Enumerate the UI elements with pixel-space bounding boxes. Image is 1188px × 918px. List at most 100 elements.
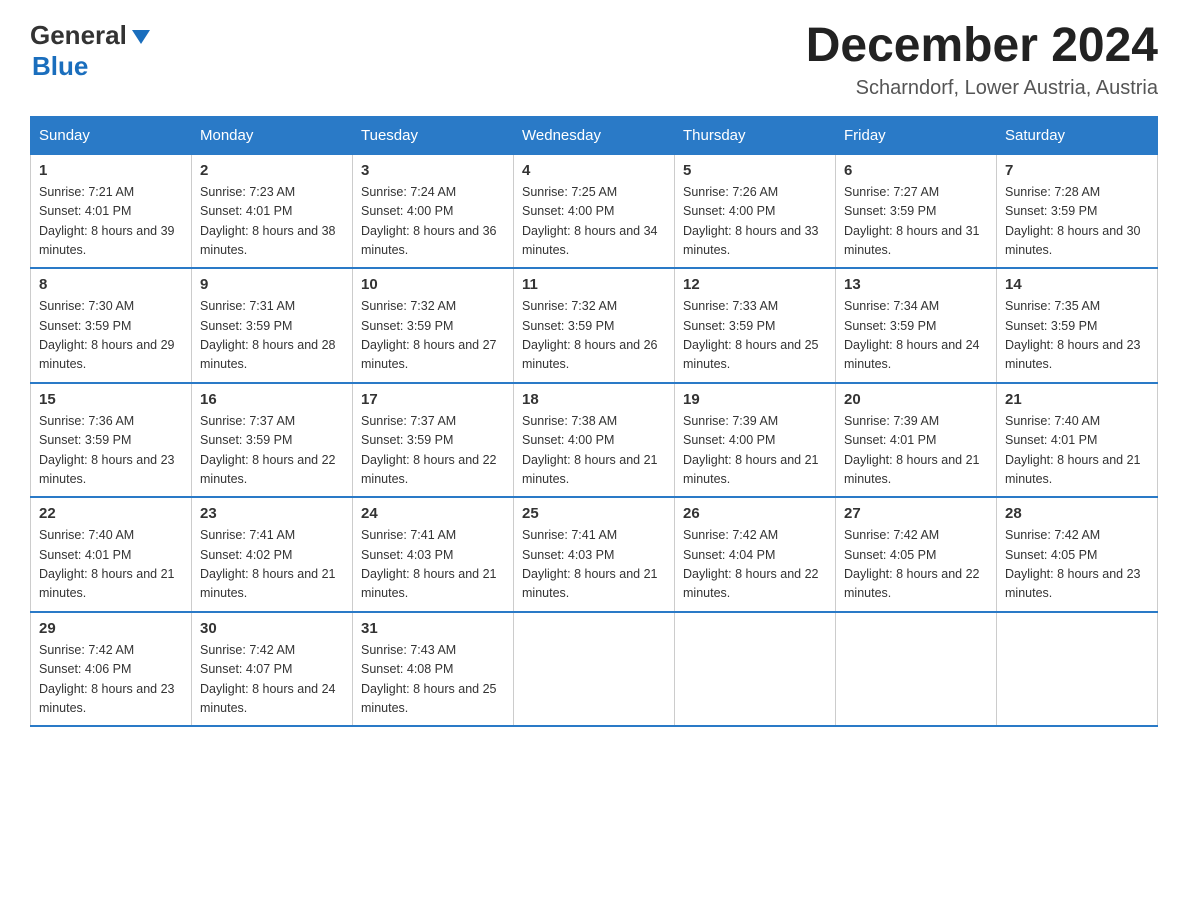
day-info: Sunrise: 7:40 AMSunset: 4:01 PMDaylight:… <box>1005 414 1141 486</box>
calendar-cell: 11 Sunrise: 7:32 AMSunset: 3:59 PMDaylig… <box>514 268 675 383</box>
day-info: Sunrise: 7:28 AMSunset: 3:59 PMDaylight:… <box>1005 185 1141 257</box>
location-subtitle: Scharndorf, Lower Austria, Austria <box>806 77 1158 100</box>
day-info: Sunrise: 7:34 AMSunset: 3:59 PMDaylight:… <box>844 299 980 371</box>
weekday-header-friday: Friday <box>836 116 997 154</box>
day-info: Sunrise: 7:39 AMSunset: 4:00 PMDaylight:… <box>683 414 819 486</box>
weekday-header-monday: Monday <box>192 116 353 154</box>
day-info: Sunrise: 7:25 AMSunset: 4:00 PMDaylight:… <box>522 185 658 257</box>
day-info: Sunrise: 7:41 AMSunset: 4:03 PMDaylight:… <box>522 528 658 600</box>
calendar-cell: 7 Sunrise: 7:28 AMSunset: 3:59 PMDayligh… <box>997 154 1158 268</box>
day-number: 20 <box>844 391 988 408</box>
day-number: 18 <box>522 391 666 408</box>
calendar-cell <box>836 612 997 727</box>
calendar-week-row: 22 Sunrise: 7:40 AMSunset: 4:01 PMDaylig… <box>31 497 1158 612</box>
logo-general: General <box>30 20 127 51</box>
day-number: 5 <box>683 162 827 179</box>
calendar-cell: 21 Sunrise: 7:40 AMSunset: 4:01 PMDaylig… <box>997 383 1158 498</box>
day-number: 30 <box>200 620 344 637</box>
calendar-week-row: 29 Sunrise: 7:42 AMSunset: 4:06 PMDaylig… <box>31 612 1158 727</box>
calendar-cell: 17 Sunrise: 7:37 AMSunset: 3:59 PMDaylig… <box>353 383 514 498</box>
calendar-week-row: 1 Sunrise: 7:21 AMSunset: 4:01 PMDayligh… <box>31 154 1158 268</box>
day-number: 12 <box>683 276 827 293</box>
weekday-header-wednesday: Wednesday <box>514 116 675 154</box>
calendar-cell: 9 Sunrise: 7:31 AMSunset: 3:59 PMDayligh… <box>192 268 353 383</box>
day-number: 9 <box>200 276 344 293</box>
calendar-cell: 6 Sunrise: 7:27 AMSunset: 3:59 PMDayligh… <box>836 154 997 268</box>
weekday-header-sunday: Sunday <box>31 116 192 154</box>
logo: General Blue <box>30 20 152 82</box>
day-number: 19 <box>683 391 827 408</box>
weekday-header-thursday: Thursday <box>675 116 836 154</box>
day-info: Sunrise: 7:27 AMSunset: 3:59 PMDaylight:… <box>844 185 980 257</box>
day-info: Sunrise: 7:24 AMSunset: 4:00 PMDaylight:… <box>361 185 497 257</box>
day-info: Sunrise: 7:41 AMSunset: 4:03 PMDaylight:… <box>361 528 497 600</box>
logo-blue: Blue <box>32 51 88 82</box>
day-number: 7 <box>1005 162 1149 179</box>
day-number: 31 <box>361 620 505 637</box>
calendar-cell: 28 Sunrise: 7:42 AMSunset: 4:05 PMDaylig… <box>997 497 1158 612</box>
calendar-cell: 18 Sunrise: 7:38 AMSunset: 4:00 PMDaylig… <box>514 383 675 498</box>
calendar-cell: 4 Sunrise: 7:25 AMSunset: 4:00 PMDayligh… <box>514 154 675 268</box>
day-number: 6 <box>844 162 988 179</box>
day-info: Sunrise: 7:40 AMSunset: 4:01 PMDaylight:… <box>39 528 175 600</box>
calendar-table: SundayMondayTuesdayWednesdayThursdayFrid… <box>30 116 1158 728</box>
day-number: 23 <box>200 505 344 522</box>
day-number: 3 <box>361 162 505 179</box>
day-number: 1 <box>39 162 183 179</box>
day-number: 24 <box>361 505 505 522</box>
day-info: Sunrise: 7:42 AMSunset: 4:06 PMDaylight:… <box>39 643 175 715</box>
calendar-cell: 19 Sunrise: 7:39 AMSunset: 4:00 PMDaylig… <box>675 383 836 498</box>
day-number: 27 <box>844 505 988 522</box>
calendar-cell: 27 Sunrise: 7:42 AMSunset: 4:05 PMDaylig… <box>836 497 997 612</box>
calendar-cell: 20 Sunrise: 7:39 AMSunset: 4:01 PMDaylig… <box>836 383 997 498</box>
day-info: Sunrise: 7:42 AMSunset: 4:04 PMDaylight:… <box>683 528 819 600</box>
day-number: 22 <box>39 505 183 522</box>
day-number: 15 <box>39 391 183 408</box>
day-info: Sunrise: 7:42 AMSunset: 4:05 PMDaylight:… <box>844 528 980 600</box>
day-number: 10 <box>361 276 505 293</box>
calendar-cell: 2 Sunrise: 7:23 AMSunset: 4:01 PMDayligh… <box>192 154 353 268</box>
calendar-cell: 8 Sunrise: 7:30 AMSunset: 3:59 PMDayligh… <box>31 268 192 383</box>
calendar-week-row: 15 Sunrise: 7:36 AMSunset: 3:59 PMDaylig… <box>31 383 1158 498</box>
day-info: Sunrise: 7:37 AMSunset: 3:59 PMDaylight:… <box>361 414 497 486</box>
day-number: 21 <box>1005 391 1149 408</box>
calendar-cell <box>514 612 675 727</box>
day-info: Sunrise: 7:32 AMSunset: 3:59 PMDaylight:… <box>361 299 497 371</box>
calendar-cell: 1 Sunrise: 7:21 AMSunset: 4:01 PMDayligh… <box>31 154 192 268</box>
day-info: Sunrise: 7:21 AMSunset: 4:01 PMDaylight:… <box>39 185 175 257</box>
day-info: Sunrise: 7:30 AMSunset: 3:59 PMDaylight:… <box>39 299 175 371</box>
calendar-week-row: 8 Sunrise: 7:30 AMSunset: 3:59 PMDayligh… <box>31 268 1158 383</box>
page-header: General Blue December 2024 Scharndorf, L… <box>30 20 1158 100</box>
day-number: 17 <box>361 391 505 408</box>
day-number: 4 <box>522 162 666 179</box>
day-info: Sunrise: 7:33 AMSunset: 3:59 PMDaylight:… <box>683 299 819 371</box>
calendar-cell <box>675 612 836 727</box>
calendar-cell: 14 Sunrise: 7:35 AMSunset: 3:59 PMDaylig… <box>997 268 1158 383</box>
day-info: Sunrise: 7:43 AMSunset: 4:08 PMDaylight:… <box>361 643 497 715</box>
day-number: 25 <box>522 505 666 522</box>
day-info: Sunrise: 7:42 AMSunset: 4:07 PMDaylight:… <box>200 643 336 715</box>
day-number: 29 <box>39 620 183 637</box>
calendar-cell: 31 Sunrise: 7:43 AMSunset: 4:08 PMDaylig… <box>353 612 514 727</box>
calendar-cell: 12 Sunrise: 7:33 AMSunset: 3:59 PMDaylig… <box>675 268 836 383</box>
day-info: Sunrise: 7:31 AMSunset: 3:59 PMDaylight:… <box>200 299 336 371</box>
day-info: Sunrise: 7:37 AMSunset: 3:59 PMDaylight:… <box>200 414 336 486</box>
day-number: 8 <box>39 276 183 293</box>
day-info: Sunrise: 7:38 AMSunset: 4:00 PMDaylight:… <box>522 414 658 486</box>
day-info: Sunrise: 7:26 AMSunset: 4:00 PMDaylight:… <box>683 185 819 257</box>
calendar-cell: 30 Sunrise: 7:42 AMSunset: 4:07 PMDaylig… <box>192 612 353 727</box>
title-block: December 2024 Scharndorf, Lower Austria,… <box>806 20 1158 100</box>
calendar-cell: 29 Sunrise: 7:42 AMSunset: 4:06 PMDaylig… <box>31 612 192 727</box>
day-info: Sunrise: 7:32 AMSunset: 3:59 PMDaylight:… <box>522 299 658 371</box>
calendar-cell: 13 Sunrise: 7:34 AMSunset: 3:59 PMDaylig… <box>836 268 997 383</box>
day-number: 26 <box>683 505 827 522</box>
calendar-cell: 26 Sunrise: 7:42 AMSunset: 4:04 PMDaylig… <box>675 497 836 612</box>
day-number: 11 <box>522 276 666 293</box>
day-info: Sunrise: 7:41 AMSunset: 4:02 PMDaylight:… <box>200 528 336 600</box>
calendar-cell: 22 Sunrise: 7:40 AMSunset: 4:01 PMDaylig… <box>31 497 192 612</box>
calendar-cell: 15 Sunrise: 7:36 AMSunset: 3:59 PMDaylig… <box>31 383 192 498</box>
day-number: 2 <box>200 162 344 179</box>
month-title: December 2024 <box>806 20 1158 73</box>
day-info: Sunrise: 7:39 AMSunset: 4:01 PMDaylight:… <box>844 414 980 486</box>
weekday-header-row: SundayMondayTuesdayWednesdayThursdayFrid… <box>31 116 1158 154</box>
